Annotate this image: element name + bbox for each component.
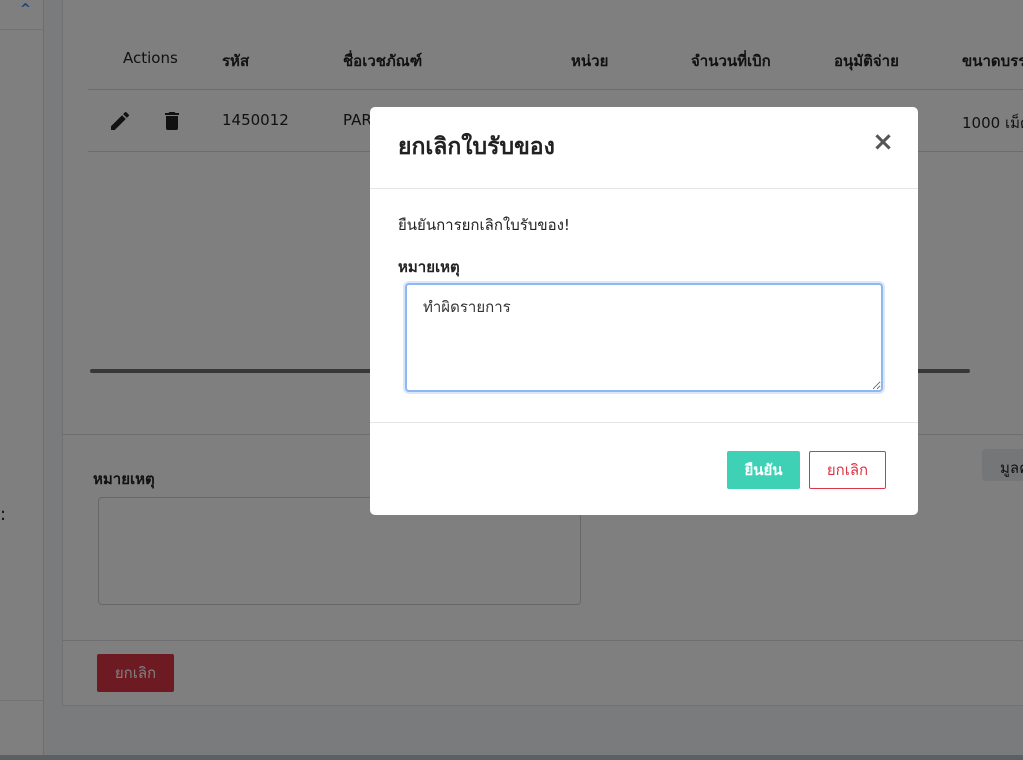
cancel-receipt-modal: ยกเลิกใบรับของ × ยืนยันการยกเลิกใบรับของ… (370, 107, 918, 515)
modal-footer: ยืนยัน ยกเลิก (370, 422, 918, 515)
close-icon[interactable]: × (870, 127, 896, 157)
cancel-button[interactable]: ยกเลิก (809, 451, 886, 489)
modal-header: ยกเลิกใบรับของ × (370, 107, 918, 189)
confirm-button[interactable]: ยืนยัน (727, 451, 800, 489)
confirm-message: ยืนยันการยกเลิกใบรับของ! (398, 216, 570, 234)
remark-label: หมายเหตุ (398, 258, 460, 276)
modal-title: ยกเลิกใบรับของ (398, 134, 555, 160)
remark-textarea[interactable]: ทำผิดรายการ (405, 283, 883, 392)
